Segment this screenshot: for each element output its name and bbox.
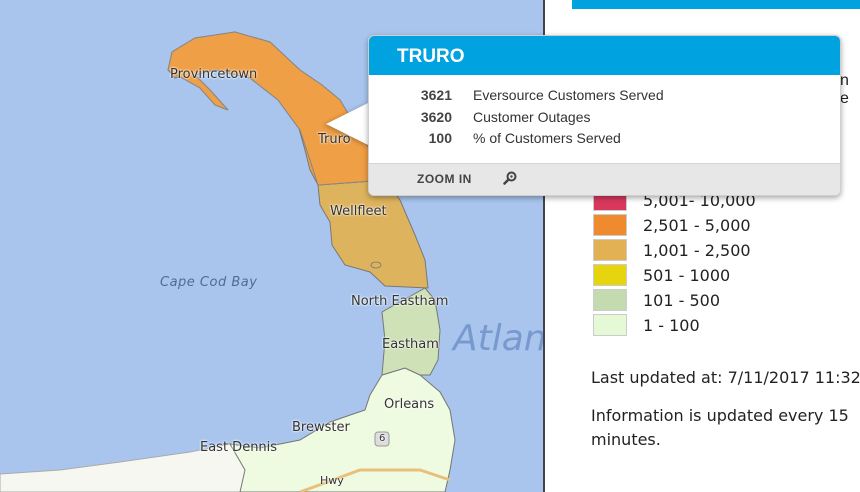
stat-label: Eversource Customers Served xyxy=(473,87,664,103)
legend-swatch xyxy=(593,289,627,311)
town-label-brewster: Brewster xyxy=(292,420,350,435)
popup-stat-row: 3621 Eversource Customers Served xyxy=(369,87,839,107)
legend-swatch xyxy=(593,214,627,236)
last-updated-text: Last updated at: 7/11/2017 11:32 xyxy=(591,368,860,387)
zoom-in-button[interactable]: ZOOM IN xyxy=(417,172,472,186)
legend-label: 501 - 1000 xyxy=(643,265,731,285)
update-note-text: Information is updated every 15 minutes. xyxy=(591,406,849,449)
legend-item: 2,501 - 5,000 xyxy=(593,214,751,236)
region-wellfleet[interactable] xyxy=(317,179,429,289)
town-label-eastham: Eastham xyxy=(382,337,439,352)
ocean-label-atlantic: Atlan xyxy=(453,318,545,359)
legend-item: 501 - 1000 xyxy=(593,264,730,286)
panel-cut-text: n e xyxy=(840,72,849,107)
legend-label: 1 - 100 xyxy=(643,315,700,335)
stat-value: 3620 xyxy=(420,109,452,125)
legend-swatch xyxy=(593,314,627,336)
magnifier-icon[interactable] xyxy=(502,170,518,186)
legend-item: 1 - 100 xyxy=(593,314,700,336)
popup-footer: ZOOM IN xyxy=(369,163,840,195)
popup-stat-row: 100 % of Customers Served xyxy=(369,130,839,150)
panel-header-bar xyxy=(572,0,860,9)
stat-value: 3621 xyxy=(420,87,452,103)
stat-label: Customer Outages xyxy=(473,109,591,125)
popup-title: TRURO xyxy=(369,36,840,75)
stat-value: 100 xyxy=(428,130,452,146)
legend-label: 1,001 - 2,500 xyxy=(643,240,751,260)
island-shape xyxy=(370,261,382,269)
water-label-cape-cod-bay: Cape Cod Bay xyxy=(160,275,258,290)
town-label-east-dennis: East Dennis xyxy=(200,440,278,455)
town-popup: TRURO 3621 Eversource Customers Served 3… xyxy=(368,35,841,196)
town-label-orleans: Orleans xyxy=(384,397,435,412)
legend-label: 101 - 500 xyxy=(643,290,721,310)
legend-item: 101 - 500 xyxy=(593,289,720,311)
highway-label: Hwy xyxy=(320,474,344,487)
legend-label: 2,501 - 5,000 xyxy=(643,215,751,235)
town-label-wellfleet: Wellfleet xyxy=(330,204,387,219)
town-label-provincetown: Provincetown xyxy=(170,67,258,82)
route-number-label: 6 xyxy=(379,433,386,444)
popup-pointer xyxy=(326,102,370,146)
popup-stat-row: 3620 Customer Outages xyxy=(369,109,839,129)
legend-item: 1,001 - 2,500 xyxy=(593,239,751,261)
town-label-north-eastham: North Eastham xyxy=(351,294,449,309)
legend-swatch xyxy=(593,239,627,261)
stat-label: % of Customers Served xyxy=(473,130,621,146)
legend-swatch xyxy=(593,264,627,286)
